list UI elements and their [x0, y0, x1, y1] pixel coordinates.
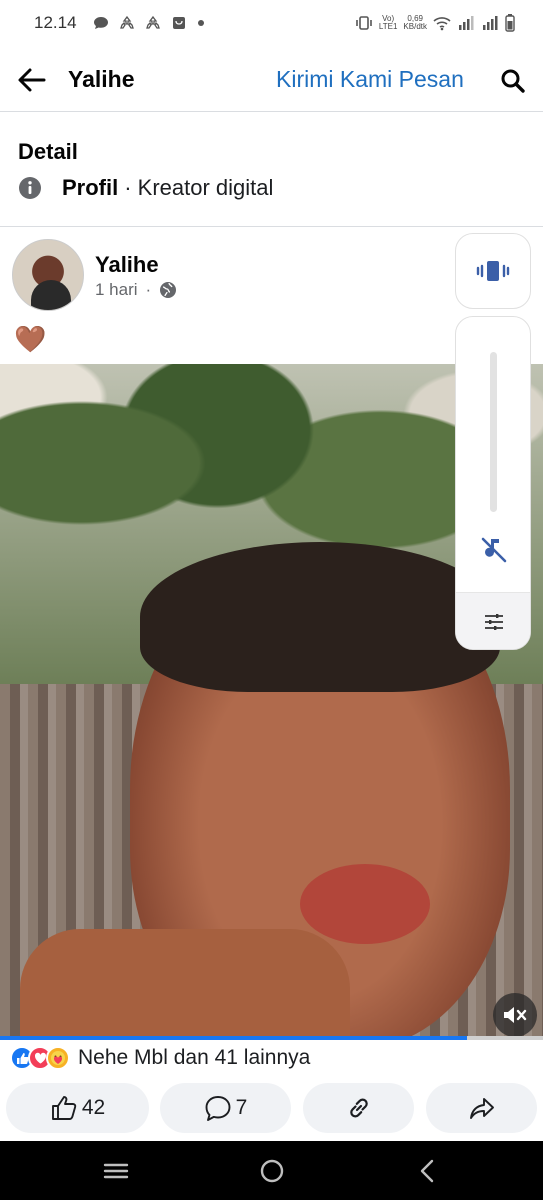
- dot-icon: [197, 20, 204, 26]
- video-progress-fill: [0, 1036, 467, 1040]
- video-subject-hand: [20, 929, 350, 1039]
- signal-icon: [483, 16, 498, 30]
- battery-icon: [505, 14, 515, 32]
- speaker-muted-icon: [504, 1007, 527, 1023]
- reactions-text: Nehe Mbl dan 41 lainnya: [78, 1046, 311, 1069]
- avatar[interactable]: [12, 239, 84, 311]
- status-bar: 12.14 Vo) LTE1 0,69 KB/dtk: [0, 0, 543, 46]
- video-subject-lips: [300, 864, 430, 944]
- vibrate-icon: [476, 261, 510, 281]
- share-arrow-icon: [469, 1098, 494, 1119]
- music-note-muted-icon[interactable]: [480, 535, 508, 563]
- back-nav-icon[interactable]: [414, 1157, 442, 1185]
- post-time[interactable]: 1 hari: [95, 280, 138, 300]
- page-title: Yalihe: [68, 66, 135, 92]
- profile-label: Profil: [62, 175, 119, 200]
- video-progress-bar[interactable]: [0, 1036, 543, 1040]
- signal-icon: [459, 16, 474, 30]
- meta-separator: ·: [145, 280, 152, 299]
- volume-settings-button[interactable]: [456, 593, 530, 649]
- sliders-icon: [485, 614, 503, 630]
- globe-icon: [160, 282, 177, 298]
- volume-slider[interactable]: [490, 352, 497, 512]
- recent-apps-icon[interactable]: [102, 1157, 130, 1185]
- video-subject-hair: [140, 542, 500, 692]
- like-button[interactable]: 42: [6, 1083, 149, 1133]
- vibrate-toggle-button[interactable]: [455, 233, 531, 309]
- home-icon[interactable]: [258, 1157, 286, 1185]
- volume-panel: [455, 316, 531, 650]
- vibrate-icon: [356, 16, 372, 30]
- network-label: Vo) LTE1: [378, 14, 398, 31]
- reactions-summary[interactable]: Nehe Mbl dan 41 lainnya: [10, 1046, 310, 1070]
- send-message-link[interactable]: Kirimi Kami Pesan: [276, 66, 464, 93]
- recycle-icon: [119, 15, 134, 29]
- detail-section: Detail Profil · Kreator digital: [0, 113, 543, 227]
- comment-button[interactable]: 7: [160, 1083, 291, 1133]
- like-count: 42: [81, 1096, 106, 1119]
- arrow-left-icon[interactable]: [16, 64, 48, 96]
- recycle-icon: [145, 15, 160, 29]
- mute-button[interactable]: [493, 993, 537, 1037]
- copy-link-button[interactable]: [303, 1083, 414, 1133]
- care-icon: [46, 1046, 70, 1070]
- data-speed: 0,69 KB/dtk: [403, 14, 427, 31]
- profile-row[interactable]: Profil · Kreator digital: [18, 175, 273, 201]
- post-text: 🤎: [14, 324, 47, 354]
- status-time: 12.14: [34, 13, 77, 32]
- chat-bubble-icon: [93, 17, 108, 29]
- post-meta: 1 hari ·: [95, 280, 177, 300]
- comment-count: 7: [235, 1096, 248, 1119]
- system-nav-bar: [0, 1141, 543, 1200]
- page-header: Yalihe Kirimi Kami Pesan: [0, 46, 543, 112]
- post-actions: 42 7: [0, 1083, 543, 1133]
- search-icon[interactable]: [500, 68, 526, 94]
- bag-icon: [172, 17, 185, 29]
- wifi-icon: [433, 17, 451, 31]
- link-icon: [349, 1098, 368, 1118]
- profile-category: · Kreator digital: [124, 175, 274, 200]
- thumbs-up-icon: [51, 1096, 77, 1120]
- share-button[interactable]: [426, 1083, 537, 1133]
- info-icon: [19, 177, 41, 199]
- comment-icon: [205, 1096, 231, 1121]
- detail-title: Detail: [18, 139, 78, 164]
- post-author[interactable]: Yalihe: [95, 252, 159, 278]
